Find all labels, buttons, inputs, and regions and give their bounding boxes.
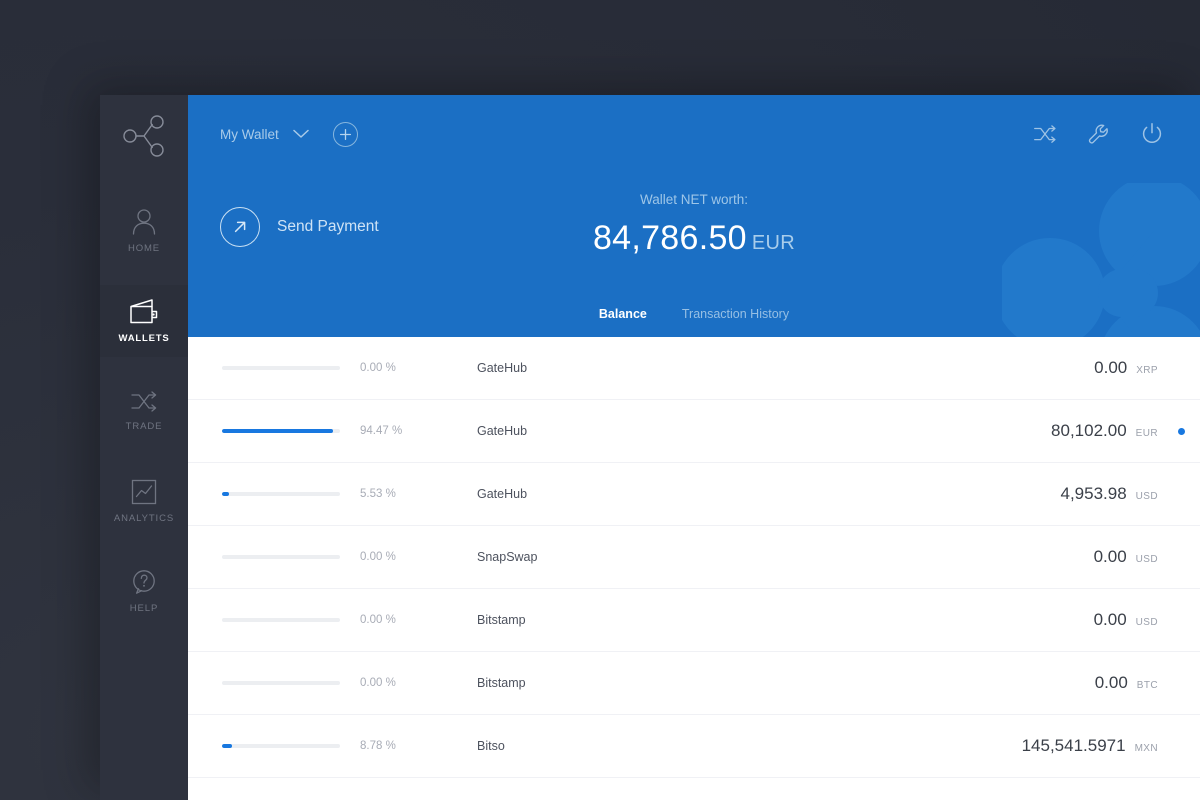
balance-currency: XRP — [1136, 365, 1158, 376]
allocation-bar-track — [222, 555, 340, 559]
balance-amount-group: 0.00 USD — [1094, 547, 1176, 567]
sidebar-item-label: TRADE — [126, 421, 163, 432]
gateway-name: GateHub — [432, 424, 1051, 438]
allocation-bar-fill — [222, 492, 229, 496]
balance-currency: USD — [1136, 491, 1158, 502]
header-tabs: Balance Transaction History — [188, 291, 1200, 337]
balance-list: 0.00 %GateHub0.00XRP94.47 %GateHub80,102… — [188, 337, 1200, 800]
question-bubble-icon — [130, 568, 158, 596]
gateway-name: Bitstamp — [432, 676, 1095, 690]
gateway-name: GateHub — [432, 487, 1060, 501]
wrench-icon — [1087, 123, 1110, 146]
allocation-bar-fill — [222, 429, 333, 433]
trade-shuffle-button[interactable] — [1033, 124, 1057, 145]
header-actions — [1033, 122, 1164, 146]
wallet-icon — [128, 298, 160, 326]
balance-amount: 0.00 — [1095, 673, 1128, 693]
table-row[interactable]: 8.78 %Bitso145,541.5971 MXN — [188, 715, 1200, 778]
allocation-bar-fill — [222, 744, 232, 748]
balance-amount-group: 0.00 USD — [1094, 610, 1176, 630]
balance-currency: USD — [1136, 554, 1158, 565]
table-row[interactable]: 0.00 %Bitstamp0.00 BTC — [188, 652, 1200, 715]
plus-circle-icon — [339, 128, 352, 141]
table-row[interactable]: 5.53 %GateHub4,953.98 USD — [188, 463, 1200, 526]
brand-logo[interactable] — [100, 95, 188, 177]
allocation-bar-track — [222, 681, 340, 685]
allocation-percent: 94.47 % — [340, 425, 432, 437]
networth-amount: 84,786.50 — [593, 219, 747, 257]
balance-amount-group: 80,102.00 EUR — [1051, 421, 1176, 441]
header-body: Send Payment Wallet NET worth: 84,786.50… — [188, 173, 1200, 247]
table-row[interactable]: 0.00 %Bitstamp0.00 USD — [188, 589, 1200, 652]
sidebar-item-label: WALLETS — [119, 333, 170, 344]
allocation-percent: 0.00 % — [340, 362, 432, 374]
send-payment-label: Send Payment — [277, 218, 379, 236]
allocation-percent: 8.78 % — [340, 740, 432, 752]
sidebar-item-help[interactable]: HELP — [100, 555, 188, 627]
balance-amount: 0.00 — [1094, 358, 1127, 378]
balance-currency: EUR — [1136, 428, 1158, 439]
balance-amount: 0.00 — [1094, 547, 1127, 567]
gateway-name: Bitso — [432, 739, 1022, 753]
balance-amount-group: 4,953.98 USD — [1060, 484, 1176, 504]
sidebar-item-label: HELP — [130, 603, 158, 614]
balance-amount: 4,953.98 — [1060, 484, 1126, 504]
selected-dot-icon — [1178, 428, 1185, 435]
wallet-selector-label: My Wallet — [220, 127, 279, 142]
tab-balance[interactable]: Balance — [599, 307, 647, 321]
sidebar-item-wallets[interactable]: WALLETS — [100, 285, 188, 357]
arrow-up-right-circle-icon — [220, 207, 260, 247]
gateway-name: SnapSwap — [432, 550, 1094, 564]
allocation-bar-track — [222, 429, 340, 433]
sidebar-item-trade[interactable]: TRADE — [100, 375, 188, 447]
allocation-bar-track — [222, 366, 340, 370]
balance-amount: 145,541.5971 — [1022, 736, 1126, 756]
allocation-percent: 0.00 % — [340, 614, 432, 626]
gateway-name: GateHub — [432, 361, 1094, 375]
sidebar-item-analytics[interactable]: ANALYTICS — [100, 465, 188, 537]
sidebar-item-label: ANALYTICS — [114, 513, 174, 524]
send-payment-button[interactable]: Send Payment — [220, 207, 379, 247]
allocation-bar-track — [222, 744, 340, 748]
main-content: My Wallet — [188, 95, 1200, 800]
table-row[interactable]: 94.47 %GateHub80,102.00 EUR — [188, 400, 1200, 463]
networth-label: Wallet NET worth: — [188, 192, 1200, 207]
balance-amount-group: 0.00 BTC — [1095, 673, 1176, 693]
selected-indicator-slot[interactable] — [1176, 428, 1200, 435]
networth-currency: EUR — [752, 232, 795, 254]
balance-amount: 80,102.00 — [1051, 421, 1127, 441]
table-row[interactable]: 0.00 %SnapSwap0.00 USD — [188, 526, 1200, 589]
balance-amount-group: 145,541.5971 MXN — [1022, 736, 1176, 756]
allocation-percent: 0.00 % — [340, 677, 432, 689]
power-button[interactable] — [1140, 122, 1164, 146]
balance-amount-group: 0.00 XRP — [1094, 358, 1176, 378]
sidebar: HOME WALLETS TRADE — [100, 95, 188, 800]
balance-amount: 0.00 — [1094, 610, 1127, 630]
shuffle-icon — [130, 390, 158, 414]
allocation-bar-track — [222, 618, 340, 622]
balance-currency: BTC — [1137, 680, 1158, 691]
allocation-percent: 5.53 % — [340, 488, 432, 500]
allocation-bar-track — [222, 492, 340, 496]
ripple-logo-icon — [118, 113, 170, 159]
wallet-header: My Wallet — [188, 95, 1200, 337]
sidebar-item-home[interactable]: HOME — [100, 195, 188, 267]
table-row[interactable]: 0.00 %GateHub0.00 XRP — [188, 337, 1200, 400]
chart-icon — [130, 478, 158, 506]
shuffle-icon — [1033, 124, 1057, 145]
user-icon — [131, 208, 157, 236]
balance-currency: USD — [1136, 617, 1158, 628]
balance-currency: MXN — [1135, 743, 1158, 754]
allocation-percent: 0.00 % — [340, 551, 432, 563]
settings-button[interactable] — [1087, 123, 1110, 146]
sidebar-item-label: HOME — [128, 243, 160, 254]
app-window: HOME WALLETS TRADE — [100, 95, 1200, 800]
wallet-selector[interactable]: My Wallet — [220, 127, 309, 142]
chevron-down-icon — [293, 129, 309, 139]
tab-transaction-history[interactable]: Transaction History — [682, 307, 789, 321]
add-wallet-button[interactable] — [333, 122, 358, 147]
gateway-name: Bitstamp — [432, 613, 1094, 627]
power-icon — [1140, 122, 1164, 146]
header-toolbar: My Wallet — [188, 95, 1200, 173]
